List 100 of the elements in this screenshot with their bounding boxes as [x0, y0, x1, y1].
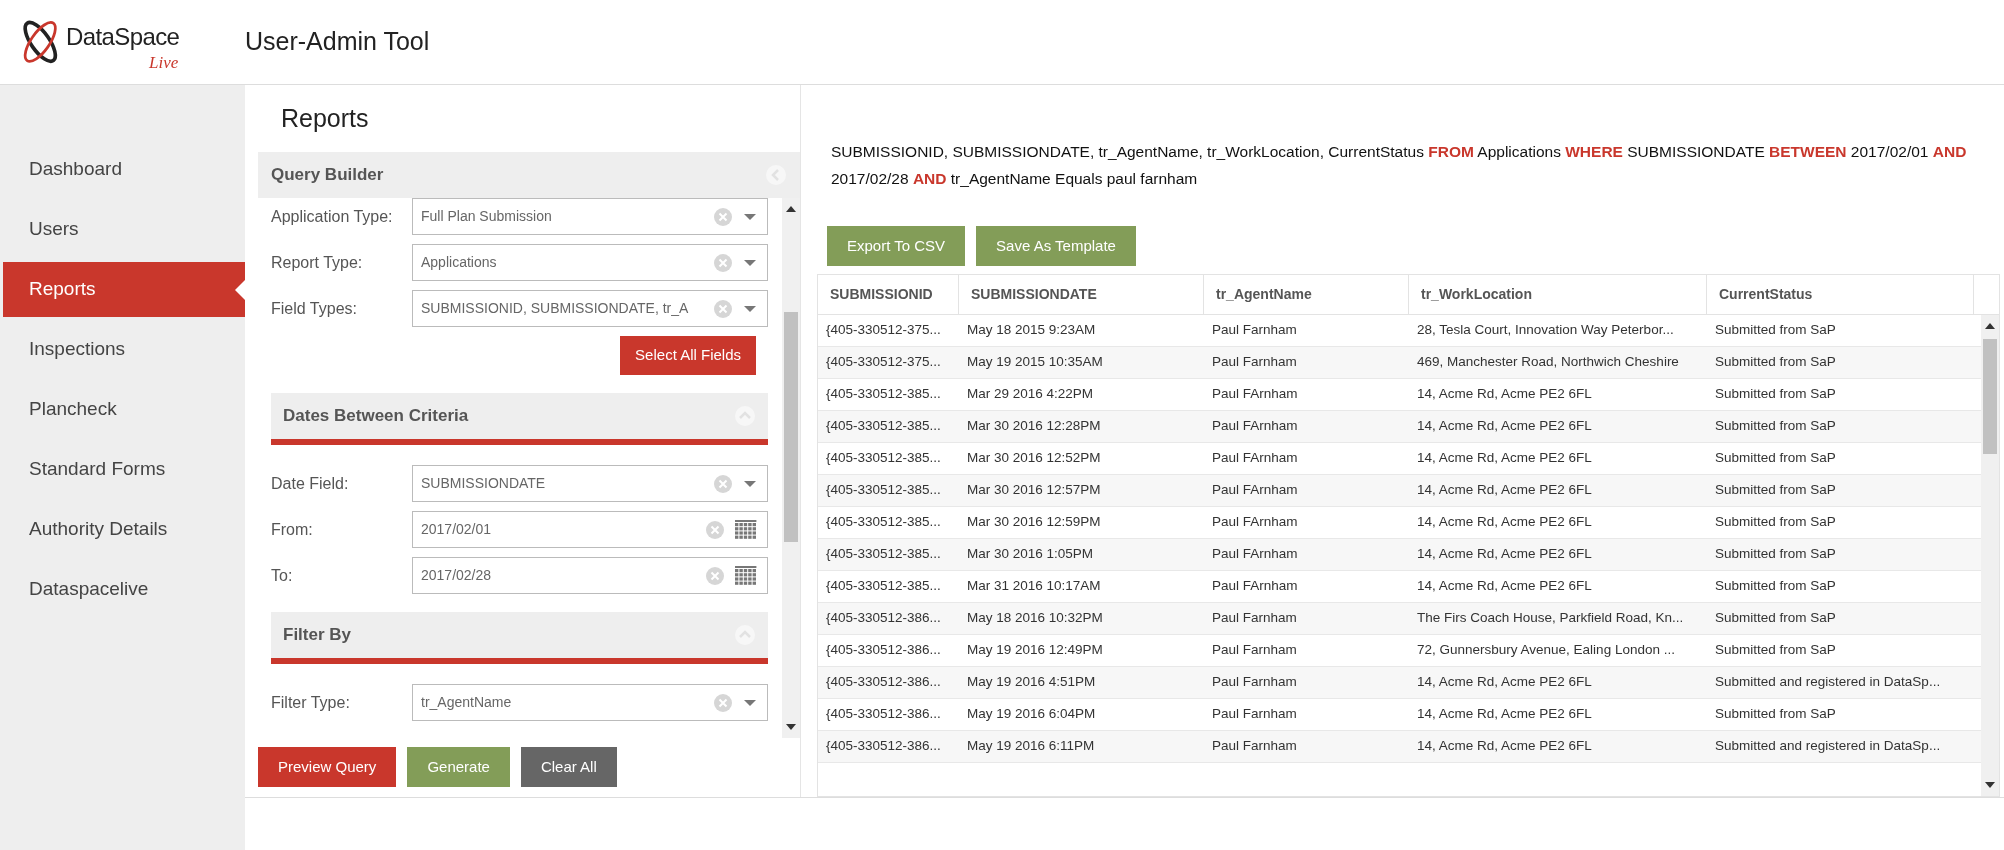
- field-label: To:: [271, 565, 294, 586]
- clear-icon[interactable]: [713, 252, 733, 273]
- clear-icon[interactable]: [713, 206, 733, 227]
- table-cell-text: Paul Farnham: [1211, 641, 1298, 660]
- table-cell-text: Paul FArnham: [1211, 481, 1299, 500]
- table-cell-text: {405-330512-375...: [825, 321, 942, 340]
- caret-down-icon[interactable]: [743, 698, 757, 707]
- table-cell-text: 14, Acme Rd, Acme PE2 6FL: [1416, 737, 1593, 756]
- date-field[interactable]: 2017/02/28: [412, 557, 768, 594]
- caret-down-icon[interactable]: [743, 212, 757, 221]
- select-field[interactable]: SUBMISSIONID, SUBMISSIONDATE, tr_A: [412, 290, 768, 327]
- table-cell-text: Paul FArnham: [1211, 513, 1299, 532]
- sidebar-item[interactable]: Plancheck: [3, 382, 245, 437]
- table-cell-text: Paul Farnham: [1211, 353, 1298, 372]
- table-cell-text: 14, Acme Rd, Acme PE2 6FL: [1416, 673, 1593, 692]
- table-cell-text: Submitted from SaP: [1714, 513, 1837, 532]
- select-field[interactable]: tr_AgentName: [412, 684, 768, 721]
- scrollbar[interactable]: [1981, 315, 1999, 796]
- table-cell-text: Mar 31 2016 10:17AM: [966, 577, 1102, 596]
- table-cell-text: {405-330512-385...: [825, 385, 942, 404]
- table-cell-text: {405-330512-385...: [825, 545, 942, 564]
- table-cell-text: 14, Acme Rd, Acme PE2 6FL: [1416, 545, 1593, 564]
- action-button[interactable]: Preview Query: [258, 747, 397, 787]
- table-cell-text: Submitted from SaP: [1714, 385, 1837, 404]
- field-label: From:: [271, 519, 314, 540]
- table-cell-text: {405-330512-385...: [825, 449, 942, 468]
- column-header[interactable]: CurrentStatus: [1707, 275, 1974, 314]
- column-header[interactable]: SUBMISSIONID: [818, 275, 959, 314]
- table-cell-text: Submitted from SaP: [1714, 577, 1837, 596]
- table-cell-text: {405-330512-375...: [825, 353, 942, 372]
- field-label: Date Field:: [271, 473, 350, 494]
- sidebar-item[interactable]: Reports: [3, 262, 245, 317]
- calendar-icon[interactable]: [735, 565, 757, 586]
- table-cell-text: May 19 2016 6:11PM: [966, 737, 1096, 756]
- table-cell-text: {405-330512-386...: [825, 609, 942, 628]
- table-cell-text: 28, Tesla Court, Innovation Way Peterbor...: [1416, 321, 1675, 340]
- table-cell-text: 72, Gunnersbury Avenue, Ealing London ...: [1416, 641, 1676, 660]
- column-header[interactable]: tr_WorkLocation: [1409, 275, 1707, 314]
- sidebar-item[interactable]: Users: [3, 202, 245, 257]
- caret-down-icon[interactable]: [743, 479, 757, 488]
- table-cell-text: 14, Acme Rd, Acme PE2 6FL: [1416, 577, 1593, 596]
- table-cell-text: Submitted from SaP: [1714, 705, 1837, 724]
- calendar-icon[interactable]: [735, 519, 757, 540]
- table-cell-text: May 19 2016 6:04PM: [966, 705, 1097, 724]
- sidebar-item[interactable]: Authority Details: [3, 502, 245, 557]
- scrollbar[interactable]: [782, 198, 800, 738]
- table-cell-text: Mar 29 2016 4:22PM: [966, 385, 1095, 404]
- table-cell-text: Submitted from SaP: [1714, 321, 1837, 340]
- clear-icon[interactable]: [713, 692, 733, 713]
- clear-icon[interactable]: [713, 298, 733, 319]
- table-cell-text: Mar 30 2016 12:28PM: [966, 417, 1102, 436]
- sidebar-item[interactable]: Standard Forms: [3, 442, 245, 497]
- page-title: Reports: [280, 102, 370, 134]
- table-cell-text: 14, Acme Rd, Acme PE2 6FL: [1416, 449, 1593, 468]
- table-cell-text: May 19 2015 10:35AM: [966, 353, 1104, 372]
- select-field[interactable]: Full Plan Submission: [412, 198, 768, 235]
- field-label: Report Type:: [271, 252, 364, 273]
- table-cell-text: Submitted and registered in DataSp...: [1714, 737, 1942, 756]
- sidebar-item[interactable]: Dashboard: [3, 142, 245, 197]
- table-cell-text: Mar 30 2016 1:05PM: [966, 545, 1095, 564]
- table-cell-text: May 18 2016 10:32PM: [966, 609, 1104, 628]
- column-header[interactable]: tr_AgentName: [1204, 275, 1409, 314]
- table-cell-text: {405-330512-386...: [825, 641, 942, 660]
- field-label: Application Type:: [271, 206, 394, 227]
- section-header[interactable]: Dates Between Criteria: [271, 393, 768, 445]
- field-label: Field Types:: [271, 298, 358, 319]
- table-cell-text: May 18 2015 9:23AM: [966, 321, 1097, 340]
- table-cell-text: Paul FArnham: [1211, 417, 1299, 436]
- column-header[interactable]: SUBMISSIONDATE: [959, 275, 1204, 314]
- sidebar-item[interactable]: Inspections: [3, 322, 245, 377]
- field-label: Filter Type:: [271, 692, 351, 713]
- table-cell-text: {405-330512-386...: [825, 737, 942, 756]
- table-cell-text: {405-330512-386...: [825, 673, 942, 692]
- table-cell-text: {405-330512-385...: [825, 481, 942, 500]
- select-field[interactable]: SUBMISSIONDATE: [412, 465, 768, 502]
- action-button[interactable]: Clear All: [520, 747, 617, 787]
- table-cell-text: Paul Farnham: [1211, 737, 1298, 756]
- clear-icon[interactable]: [705, 565, 725, 586]
- caret-down-icon[interactable]: [743, 258, 757, 267]
- table-cell-text: Paul FArnham: [1211, 449, 1299, 468]
- clear-icon[interactable]: [705, 519, 725, 540]
- table-cell-text: {405-330512-385...: [825, 513, 942, 532]
- table-cell-text: {405-330512-385...: [825, 577, 942, 596]
- table-cell-text: Paul FArnham: [1211, 577, 1299, 596]
- select-all-fields-button[interactable]: Select All Fields: [620, 336, 756, 375]
- table-cell-text: Paul Farnham: [1211, 705, 1298, 724]
- table-cell-text: Paul Farnham: [1211, 609, 1298, 628]
- table-cell-text: 14, Acme Rd, Acme PE2 6FL: [1416, 385, 1593, 404]
- table-cell-text: {405-330512-386...: [825, 705, 942, 724]
- table-cell-text: Submitted from SaP: [1714, 481, 1837, 500]
- table-cell-text: Submitted from SaP: [1714, 641, 1837, 660]
- table-cell-text: {405-330512-385...: [825, 417, 942, 436]
- caret-down-icon[interactable]: [743, 304, 757, 313]
- section-header[interactable]: Filter By: [271, 612, 768, 664]
- date-field[interactable]: 2017/02/01: [412, 511, 768, 548]
- app-title: User-Admin Tool: [245, 26, 430, 58]
- clear-icon[interactable]: [713, 473, 733, 494]
- select-field[interactable]: Applications: [412, 244, 768, 281]
- sidebar-item[interactable]: Dataspacelive: [3, 562, 245, 617]
- table-cell-text: Paul Farnham: [1211, 321, 1298, 340]
